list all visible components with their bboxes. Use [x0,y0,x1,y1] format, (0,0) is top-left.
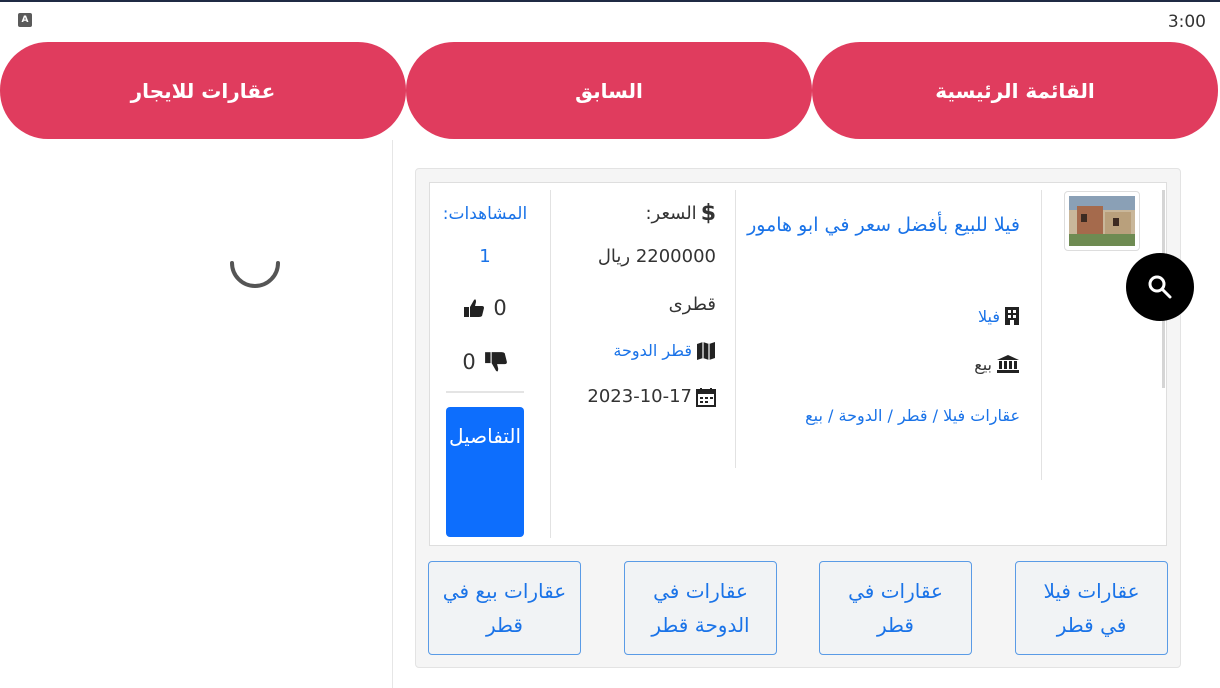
thumbs-up-icon [464,299,485,317]
likes-count: 0 [493,296,507,320]
listing-type: بيع [760,354,1020,374]
tag-sale-qatar-button[interactable]: عقارات بيع في قطر [428,561,581,655]
search-icon [1148,275,1172,299]
views-label: المشاهدات: [442,204,528,224]
thumbs-down-icon [484,352,507,372]
price-column: $ السعر: 2200000 ريال قطرى قطر الدوحة 20… [560,195,716,421]
dislikes-count: 0 [462,350,476,374]
breadcrumb[interactable]: عقارات فيلا / قطر / الدوحة / بيع [746,392,1020,440]
price-value: 2200000 ريال قطرى [597,246,716,315]
location-link[interactable]: قطر الدوحة [613,327,692,375]
tag-villa-qatar-button[interactable]: عقارات فيلا في قطر [1015,561,1168,655]
type-text: بيع [974,354,992,374]
stats-column: المشاهدات: 1 0 0 التفاصيل [438,195,532,537]
tag-doha-qatar-button[interactable]: عقارات في الدوحة قطر [624,561,777,655]
building-icon [1005,307,1019,325]
sidebar-area [0,140,392,688]
listing-title-link[interactable]: فيلا للبيع بأفضل سعر في ابو هامور [746,206,1020,244]
previous-button[interactable]: السابق [406,42,812,139]
search-button[interactable] [1126,253,1194,321]
calendar-icon [696,388,716,407]
rentals-button[interactable]: عقارات للايجار [0,42,406,139]
tag-qatar-button[interactable]: عقارات في قطر [819,561,972,655]
main-menu-button[interactable]: القائمة الرئيسية [812,42,1218,139]
bank-icon [997,355,1019,373]
status-bar: A 3:00 [0,0,1220,40]
app-letter-icon: A [18,13,32,27]
map-icon [697,342,715,360]
villa-photo-icon [1069,196,1135,246]
price-label: السعر: [645,203,697,224]
column-divider [550,190,551,538]
category-link[interactable]: فيلا [978,307,1000,326]
dollar-icon: $ [700,201,716,226]
listing-thumbnail[interactable] [1064,191,1140,251]
stats-divider [446,391,524,393]
dislike-control[interactable]: 0 [438,335,532,389]
details-button[interactable]: التفاصيل [446,407,524,537]
views-count: 1 [479,246,491,267]
column-divider [1041,190,1042,480]
listing-category: فيلا [760,306,1020,326]
status-time: 3:00 [1167,12,1206,32]
loading-spinner-icon [230,261,280,288]
listing-date: 2023-10-17 [587,386,692,407]
column-divider [735,190,736,468]
like-control[interactable]: 0 [438,281,532,335]
